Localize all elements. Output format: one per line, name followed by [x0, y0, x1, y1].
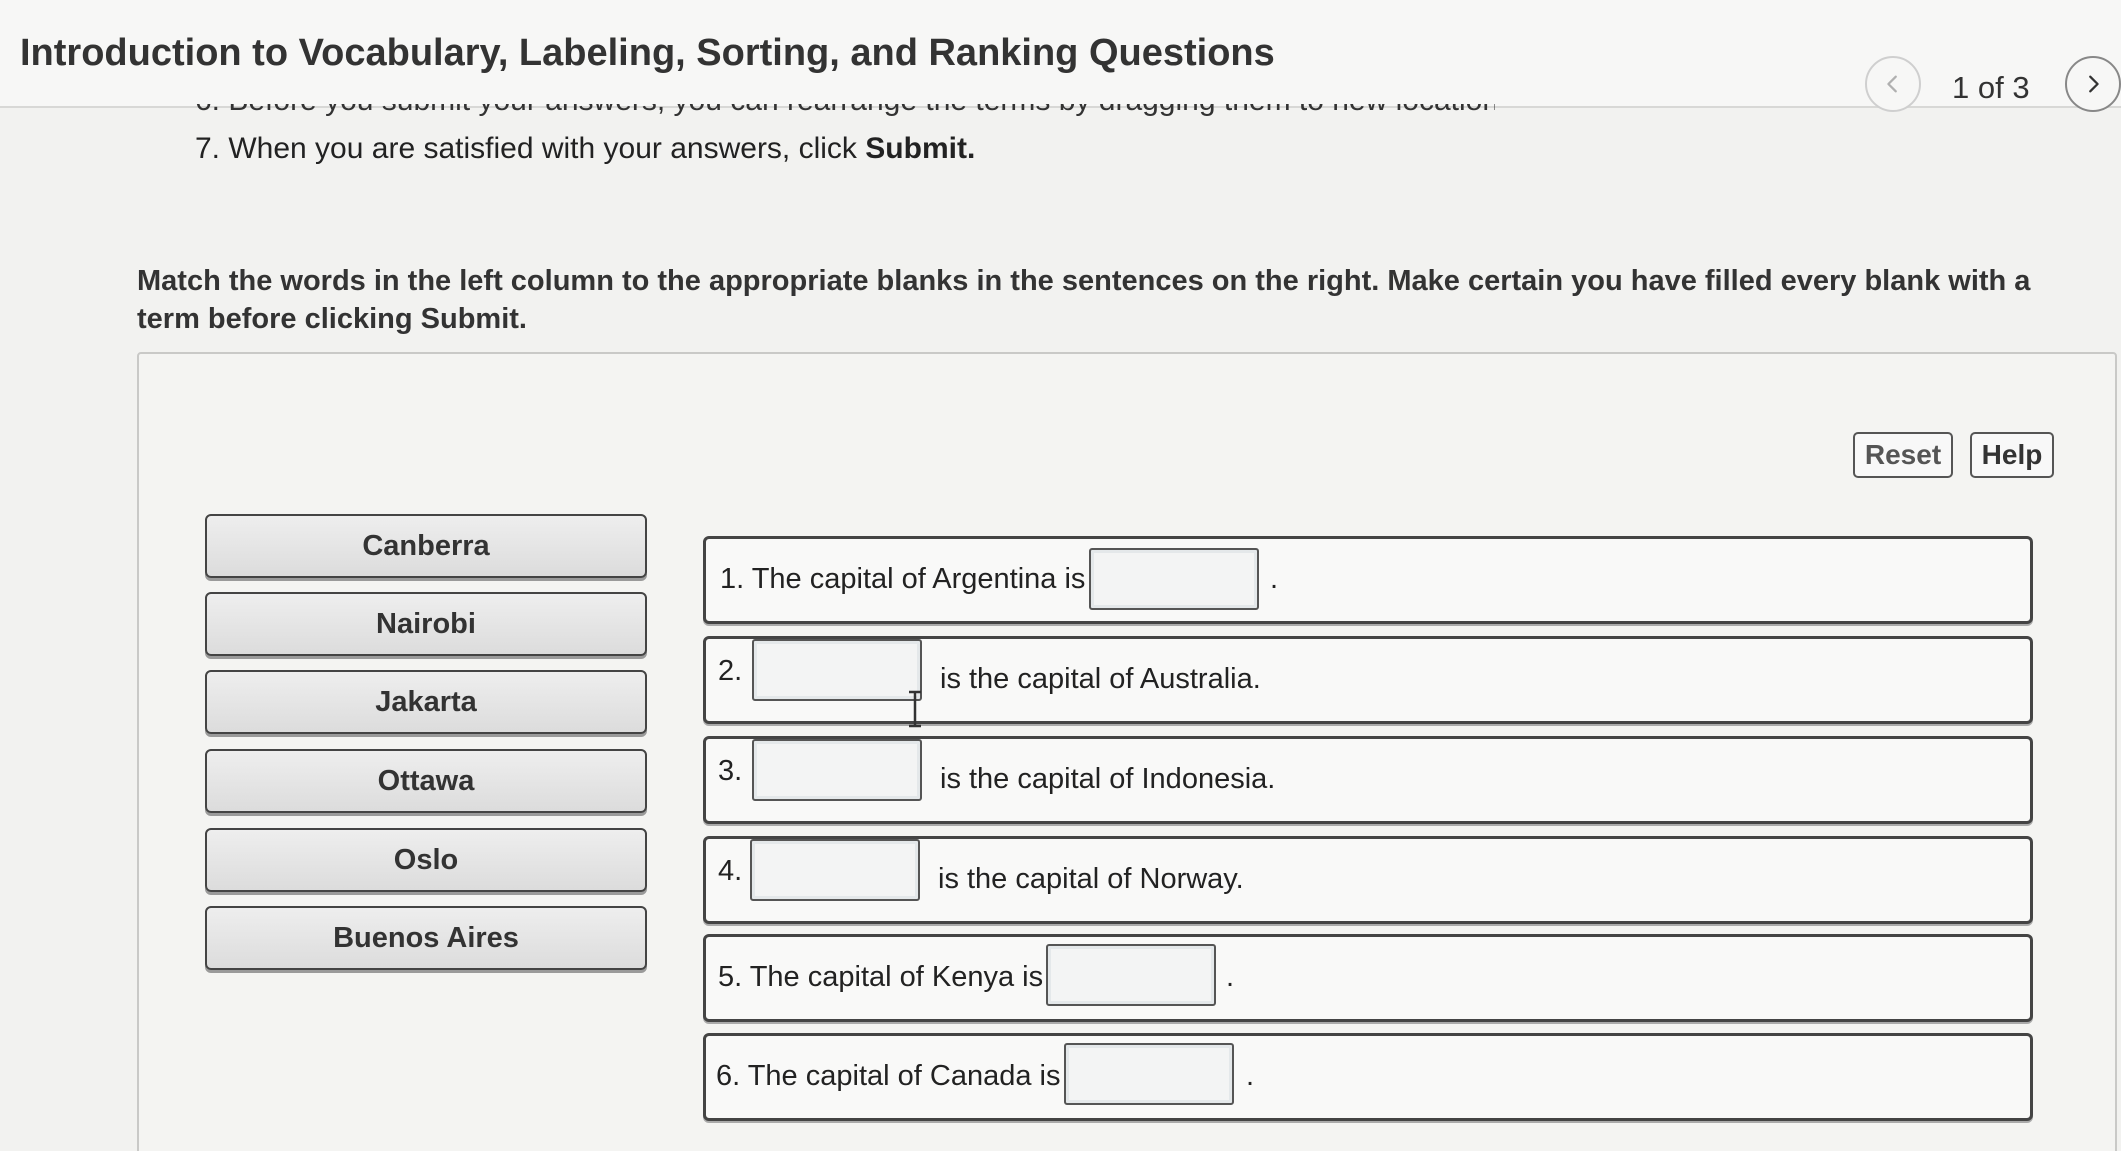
sentence-4-text: is the capital of Norway.: [938, 863, 1244, 895]
instruction-step-7: 7. When you are satisfied with your answ…: [195, 132, 975, 166]
instruction-step-6-text: 6. Before you submit your answers, you c…: [195, 104, 1495, 118]
sentence-6: 6. The capital of Canada is .: [703, 1033, 2033, 1121]
sentence-1-end: .: [1270, 563, 1279, 595]
app-window: Introduction to Vocabulary, Labeling, So…: [0, 0, 2121, 1151]
term-nairobi[interactable]: Nairobi: [205, 592, 647, 656]
header-bar: Introduction to Vocabulary, Labeling, So…: [0, 0, 2121, 112]
chevron-left-icon: [1887, 75, 1897, 93]
sentence-3: 3. is the capital of Indonesia.: [703, 736, 2033, 824]
next-button[interactable]: [2065, 56, 2121, 112]
blank-4[interactable]: [750, 839, 920, 901]
sentence-6-text: 6. The capital of Canada is: [716, 1060, 1061, 1092]
blank-1[interactable]: [1089, 548, 1259, 610]
term-buenos-aires[interactable]: Buenos Aires: [205, 906, 647, 970]
sentence-5-end: .: [1226, 961, 1235, 993]
sentence-4: 4. is the capital of Norway.: [703, 836, 2033, 924]
term-canberra[interactable]: Canberra: [205, 514, 647, 578]
help-button[interactable]: Help: [1970, 432, 2054, 478]
sentence-5: 5. The capital of Kenya is .: [703, 934, 2033, 1022]
page-counter: 1 of 3: [1952, 70, 2030, 105]
sentence-2-text: is the capital of Australia.: [940, 663, 1261, 695]
blank-5[interactable]: [1046, 944, 1216, 1006]
blank-6[interactable]: [1064, 1043, 1234, 1105]
term-oslo[interactable]: Oslo: [205, 828, 647, 892]
chevron-right-icon: [2089, 75, 2099, 93]
instruction-submit-word: Submit.: [865, 132, 976, 165]
sentence-6-end: .: [1246, 1060, 1255, 1092]
reset-button[interactable]: Reset: [1853, 432, 1953, 478]
sentence-5-text: 5. The capital of Kenya is: [718, 961, 1044, 993]
sentence-4-number: 4.: [718, 855, 743, 887]
sentence-1: 1. The capital of Argentina is .: [703, 536, 2033, 624]
sentence-2: 2. is the capital of Australia.: [703, 636, 2033, 724]
term-ottawa[interactable]: Ottawa: [205, 749, 647, 813]
instruction-step-7-text: 7. When you are satisfied with your answ…: [195, 132, 866, 165]
instruction-step-6-partial: 6. Before you submit your answers, you c…: [195, 104, 1495, 124]
page-title: Introduction to Vocabulary, Labeling, So…: [20, 32, 1275, 74]
sentence-3-text: is the capital of Indonesia.: [940, 763, 1276, 795]
question-prompt: Match the words in the left column to th…: [137, 265, 2031, 335]
sentence-1-text: 1. The capital of Argentina is: [720, 563, 1086, 595]
sentence-3-number: 3.: [718, 755, 743, 787]
text-cursor-icon: [909, 690, 921, 728]
sentence-2-number: 2.: [718, 655, 743, 687]
previous-button[interactable]: [1865, 56, 1921, 112]
blank-2[interactable]: [752, 639, 922, 701]
blank-3[interactable]: [752, 739, 922, 801]
term-jakarta[interactable]: Jakarta: [205, 670, 647, 734]
